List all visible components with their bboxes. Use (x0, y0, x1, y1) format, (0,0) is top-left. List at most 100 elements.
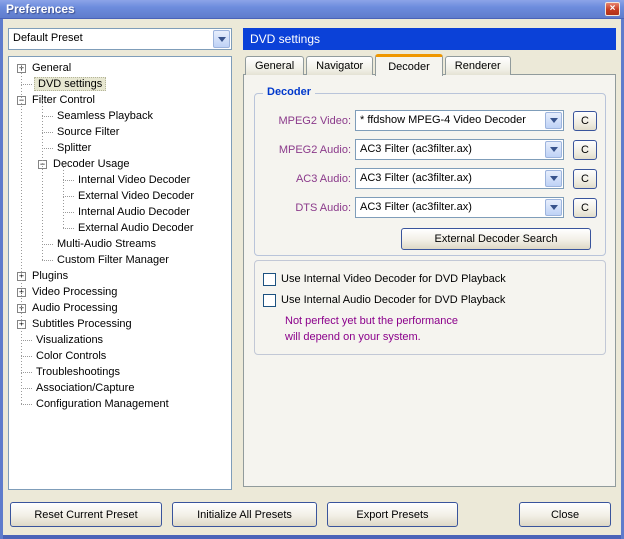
external-decoder-search-button[interactable]: External Decoder Search (401, 228, 591, 250)
decoder-select-ac3-audio[interactable]: AC3 Filter (ac3filter.ax) (355, 168, 564, 189)
dvd-playback-frame: Use Internal Video Decoder for DVD Playb… (254, 260, 606, 355)
close-icon[interactable]: × (605, 2, 620, 16)
tree-item-video-processing[interactable]: +Video Processing (9, 284, 231, 300)
preferences-dialog: Preferences × Default Preset DVD setting… (0, 0, 624, 539)
tree-connector-line (21, 388, 32, 389)
chevron-down-icon[interactable] (545, 199, 562, 216)
decoder-row-mpeg2-video: MPEG2 Video:* ffdshow MPEG-4 Video Decod… (263, 110, 597, 131)
tree-connector-line (42, 148, 53, 149)
tree-connector-line (21, 84, 32, 85)
checkbox-row-use-internal-audio-decoder-for-dvd-playback: Use Internal Audio Decoder for DVD Playb… (263, 291, 597, 309)
preset-select[interactable]: Default Preset (8, 28, 232, 50)
section-title: DVD settings (250, 32, 320, 46)
decoder-select-dts-audio[interactable]: AC3 Filter (ac3filter.ax) (355, 197, 564, 218)
tree-item-label[interactable]: Internal Video Decoder (76, 174, 192, 186)
checkbox-unchecked[interactable] (263, 294, 276, 307)
configure-button-mpeg2-video[interactable]: C (573, 111, 597, 131)
tab-general[interactable]: General (245, 56, 304, 75)
chevron-down-icon[interactable] (545, 141, 562, 158)
checkbox-unchecked[interactable] (263, 273, 276, 286)
decoder-row-label: MPEG2 Video: (263, 115, 355, 127)
configure-button-ac3-audio[interactable]: C (573, 169, 597, 189)
tree-connector-line (21, 340, 32, 341)
tree-item-label[interactable]: Audio Processing (30, 302, 120, 314)
decoder-selected-value: AC3 Filter (ac3filter.ax) (356, 198, 544, 217)
tree-item-label[interactable]: Multi-Audio Streams (55, 238, 158, 250)
decoder-groupbox-legend: Decoder (263, 86, 315, 98)
tree-item-label[interactable]: Internal Audio Decoder (76, 206, 192, 218)
tree-item-audio-processing[interactable]: +Audio Processing (9, 300, 231, 316)
tree-item-label[interactable]: External Video Decoder (76, 190, 196, 202)
tree-item-label[interactable]: Visualizations (34, 334, 105, 346)
tree-item-label[interactable]: DVD settings (34, 77, 106, 91)
preset-selected-value: Default Preset (9, 29, 212, 49)
configure-button-dts-audio[interactable]: C (573, 198, 597, 218)
close-button[interactable]: Close (519, 502, 611, 527)
tree-item-configuration-management[interactable]: Configuration Management (9, 396, 231, 412)
tab-navigator[interactable]: Navigator (306, 56, 373, 75)
tab-strip: GeneralNavigatorDecoderRenderer (245, 53, 513, 75)
tree-item-label[interactable]: General (30, 62, 73, 74)
chevron-down-icon[interactable] (545, 170, 562, 187)
chevron-down-icon[interactable] (545, 112, 562, 129)
tree-item-association-capture[interactable]: Association/Capture (9, 380, 231, 396)
checkbox-label[interactable]: Use Internal Video Decoder for DVD Playb… (281, 273, 506, 285)
tree-guide-line (21, 67, 22, 404)
performance-note-line2: will depend on your system. (285, 329, 597, 345)
tree-connector-line (63, 212, 74, 213)
tree-item-label[interactable]: Seamless Playback (55, 110, 155, 122)
tab-decoder[interactable]: Decoder (375, 54, 443, 76)
tree-item-troubleshootings[interactable]: Troubleshootings (9, 364, 231, 380)
tree-item-dvd-settings[interactable]: DVD settings (9, 76, 231, 92)
tree-guide-line (63, 164, 64, 228)
tree-item-label[interactable]: Filter Control (30, 94, 97, 106)
tree-item-general[interactable]: +General (9, 60, 231, 76)
tree-connector-line (21, 404, 32, 405)
export-presets-button[interactable]: Export Presets (327, 502, 458, 527)
window-title: Preferences (6, 2, 605, 16)
tree-connector-line (63, 180, 74, 181)
tree-connector-line (63, 196, 74, 197)
reset-current-preset-button[interactable]: Reset Current Preset (10, 502, 162, 527)
title-bar[interactable]: Preferences × (0, 0, 624, 19)
tree-item-plugins[interactable]: +Plugins (9, 268, 231, 284)
tree-connector-line (42, 244, 53, 245)
tree-item-label[interactable]: Video Processing (30, 286, 119, 298)
checkbox-label[interactable]: Use Internal Audio Decoder for DVD Playb… (281, 294, 505, 306)
tree-item-label[interactable]: Color Controls (34, 350, 108, 362)
tree-connector-line (42, 260, 53, 261)
tree-item-label[interactable]: Splitter (55, 142, 93, 154)
tree-connector-line (42, 132, 53, 133)
performance-note-line1: Not perfect yet but the performance (285, 313, 597, 329)
decoder-row-label: DTS Audio: (263, 202, 355, 214)
tree-connector-line (21, 356, 32, 357)
tree-item-label[interactable]: Plugins (30, 270, 70, 282)
decoder-row-label: AC3 Audio: (263, 173, 355, 185)
tree-item-subtitles-processing[interactable]: +Subtitles Processing (9, 316, 231, 332)
tree-item-label[interactable]: Subtitles Processing (30, 318, 134, 330)
tree-item-label[interactable]: Source Filter (55, 126, 121, 138)
tree-item-label[interactable]: Association/Capture (34, 382, 136, 394)
decoder-row-ac3-audio: AC3 Audio:AC3 Filter (ac3filter.ax) C (263, 168, 597, 189)
footer-button-bar: Reset Current Preset Initialize All Prese… (0, 502, 624, 528)
decoder-row-mpeg2-audio: MPEG2 Audio:AC3 Filter (ac3filter.ax) C (263, 139, 597, 160)
tree-item-label[interactable]: Configuration Management (34, 398, 171, 410)
decoder-rows: MPEG2 Video:* ffdshow MPEG-4 Video Decod… (263, 110, 597, 226)
decoder-row-label: MPEG2 Audio: (263, 144, 355, 156)
tree-guide-line (42, 100, 43, 260)
tab-renderer[interactable]: Renderer (445, 56, 511, 75)
initialize-all-presets-button[interactable]: Initialize All Presets (172, 502, 317, 527)
tree-item-visualizations[interactable]: Visualizations (9, 332, 231, 348)
tree-item-color-controls[interactable]: Color Controls (9, 348, 231, 364)
checkbox-list: Use Internal Video Decoder for DVD Playb… (263, 270, 597, 309)
configure-button-mpeg2-audio[interactable]: C (573, 140, 597, 160)
tree-connector-line (63, 228, 74, 229)
decoder-selected-value: AC3 Filter (ac3filter.ax) (356, 169, 544, 188)
tree-item-label[interactable]: Custom Filter Manager (55, 254, 171, 266)
tree-item-label[interactable]: Troubleshootings (34, 366, 122, 378)
performance-note: Not perfect yet but the performance will… (285, 313, 597, 345)
decoder-select-mpeg2-audio[interactable]: AC3 Filter (ac3filter.ax) (355, 139, 564, 160)
decoder-select-mpeg2-video[interactable]: * ffdshow MPEG-4 Video Decoder (355, 110, 564, 131)
tree-item-label[interactable]: External Audio Decoder (76, 222, 196, 234)
chevron-down-icon[interactable] (213, 30, 230, 48)
